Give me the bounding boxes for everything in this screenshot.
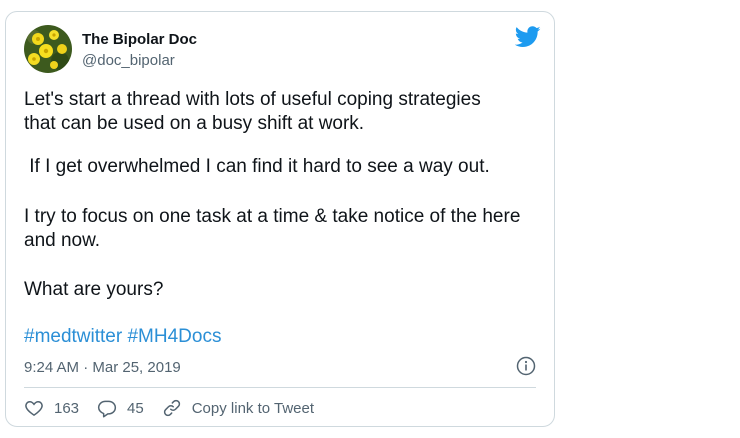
copy-link-button[interactable]: Copy link to Tweet	[162, 398, 314, 418]
avatar-image	[24, 25, 72, 73]
avatar[interactable]	[24, 25, 72, 73]
link-icon	[163, 399, 180, 417]
tweet-paragraph: I try to focus on one task at a time & t…	[24, 206, 521, 251]
twitter-bird-icon[interactable]	[514, 26, 541, 48]
author-handle[interactable]: @doc_bipolar	[82, 52, 175, 69]
tweet-paragraph: If I get overwhelmed I can find it hard …	[24, 156, 490, 177]
tweet-actions: 163 45 Copy link to Tweet	[24, 396, 332, 420]
reply-button[interactable]: 45	[97, 398, 144, 418]
hashtags: #medtwitter #MH4Docs	[24, 325, 221, 349]
tweet-paragraph: Let's start a thread with lots of useful…	[24, 89, 481, 134]
heart-icon	[25, 400, 43, 416]
tweet-timestamp[interactable]: 9:24 AM · Mar 25, 2019	[24, 359, 181, 376]
info-icon[interactable]	[516, 356, 536, 376]
reply-icon	[97, 400, 117, 418]
reply-count: 45	[127, 399, 144, 417]
like-button[interactable]: 163	[24, 398, 79, 418]
tweet-card: The Bipolar Doc @doc_bipolar Let's start…	[5, 11, 555, 427]
hashtag-link-mh4docs[interactable]: #MH4Docs	[127, 326, 221, 347]
divider	[24, 387, 536, 388]
hashtag-link-medtwitter[interactable]: #medtwitter	[24, 326, 122, 347]
copy-link-label: Copy link to Tweet	[191, 399, 315, 417]
tweet-paragraph: What are yours?	[24, 279, 164, 300]
author-name[interactable]: The Bipolar Doc	[82, 31, 197, 48]
like-count: 163	[54, 399, 80, 417]
